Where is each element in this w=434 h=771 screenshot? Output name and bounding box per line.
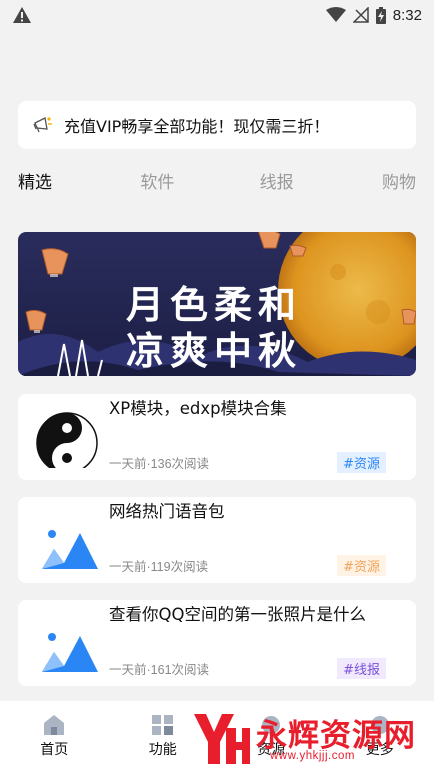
tab-deals[interactable]: 线报: [257, 168, 297, 193]
nav-more[interactable]: 更多: [345, 714, 415, 759]
more-icon: [370, 715, 389, 734]
grid-icon: [151, 714, 173, 735]
tab-featured[interactable]: 精选: [18, 168, 58, 193]
tab-shopping[interactable]: 购物: [376, 168, 416, 193]
nav-resources-label: 资源: [257, 741, 286, 758]
article-card[interactable]: XP模块，edxp模块合集 一天前·136次阅读 #资源: [18, 394, 416, 480]
article-title: 查看你QQ空间的第一张照片是什么: [109, 605, 366, 624]
category-tabs: 精选 软件 线报 购物: [18, 164, 416, 196]
status-time: 8:32: [392, 6, 422, 24]
nav-resources[interactable]: 资源: [236, 714, 306, 759]
article-tag[interactable]: #资源: [337, 452, 386, 473]
resource-icon: [262, 715, 281, 734]
article-meta: 一天前·161次阅读: [109, 663, 210, 677]
vip-notice-text: 充值VIP畅享全部功能！现仅需三折！: [64, 117, 330, 136]
image-placeholder-icon: [42, 633, 98, 672]
article-title: XP模块，edxp模块合集: [109, 399, 287, 418]
nav-more-label: 更多: [365, 741, 394, 758]
bottom-nav: 首页 功能 资源 更多: [0, 701, 434, 771]
article-card[interactable]: 网络热门语音包 一天前·119次阅读 #资源: [18, 497, 416, 583]
status-bar: 8:32: [0, 0, 434, 30]
banner-line-2: 凉爽中秋: [126, 329, 303, 373]
nav-home-label: 首页: [40, 741, 69, 758]
article-card[interactable]: 查看你QQ空间的第一张照片是什么 一天前·161次阅读 #线报: [18, 600, 416, 686]
nav-features[interactable]: 功能: [128, 714, 198, 759]
signal-off-icon: [352, 7, 369, 23]
home-icon: [44, 714, 65, 735]
nav-home[interactable]: 首页: [19, 714, 89, 759]
article-tag[interactable]: #线报: [337, 658, 386, 679]
warning-icon: [13, 7, 31, 23]
vip-notice-bar[interactable]: 充值VIP畅享全部功能！现仅需三折！: [18, 101, 416, 149]
wifi-icon: [325, 7, 346, 22]
article-tag[interactable]: #资源: [337, 555, 386, 576]
article-title: 网络热门语音包: [109, 502, 225, 521]
tab-software[interactable]: 软件: [137, 168, 177, 193]
yin-yang-icon: [36, 412, 98, 468]
article-meta: 一天前·136次阅读: [109, 457, 210, 471]
battery-charging-icon: [375, 6, 386, 24]
article-meta: 一天前·119次阅读: [109, 560, 209, 574]
mid-autumn-banner[interactable]: 月色柔和 凉爽中秋: [18, 232, 416, 376]
megaphone-icon: [33, 117, 52, 133]
image-placeholder-icon: [42, 530, 98, 569]
nav-features-label: 功能: [148, 741, 177, 758]
